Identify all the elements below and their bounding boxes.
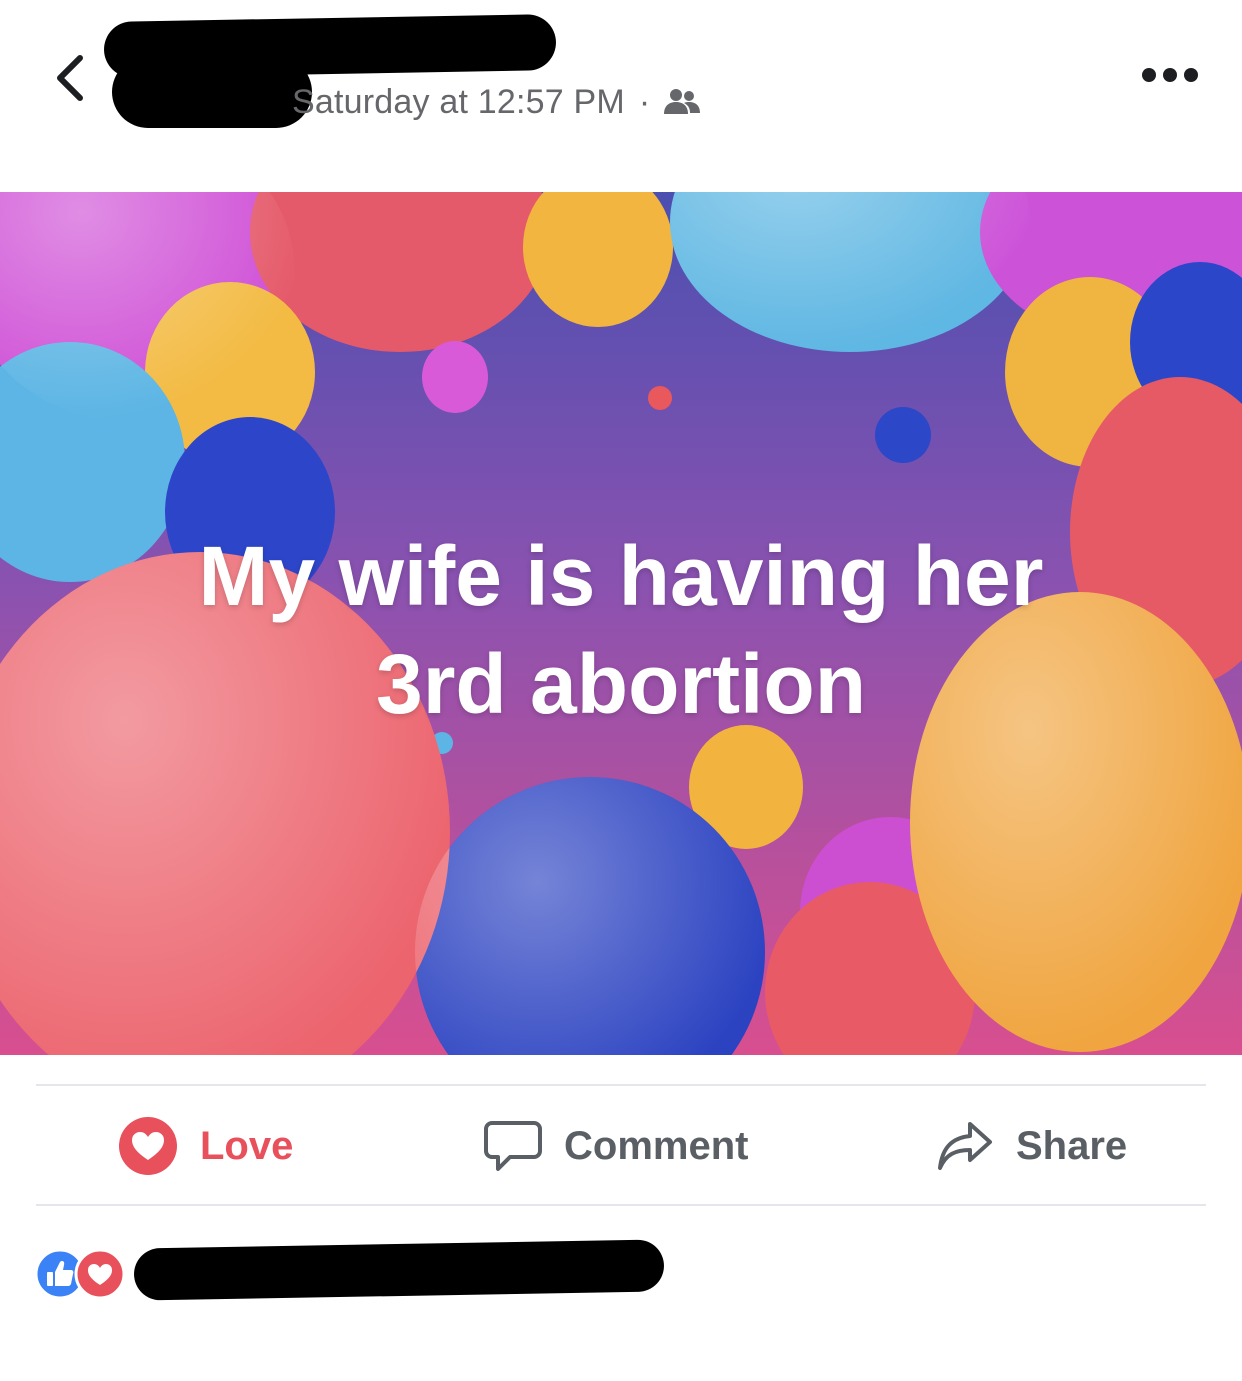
post-photo[interactable]: My wife is having her 3rd abortion bbox=[0, 192, 1242, 1055]
comment-icon bbox=[484, 1121, 542, 1171]
share-button[interactable]: Share bbox=[936, 1090, 1127, 1202]
love-icon bbox=[119, 1117, 177, 1175]
reactions-summary[interactable] bbox=[34, 1239, 714, 1301]
post-photo-caption: My wife is having her 3rd abortion bbox=[0, 522, 1242, 738]
separator-dot: · bbox=[638, 82, 651, 121]
love-label: Love bbox=[200, 1123, 294, 1168]
post-header: Saturday at 12:57 PM · bbox=[0, 0, 1242, 190]
redacted-reactors bbox=[133, 1239, 665, 1301]
redacted-author-avatar bbox=[112, 56, 312, 128]
divider-top bbox=[36, 1084, 1206, 1086]
chevron-left-icon[interactable] bbox=[48, 50, 94, 106]
friends-icon[interactable] bbox=[662, 86, 702, 118]
love-button[interactable]: Love bbox=[118, 1090, 293, 1202]
post-timestamp[interactable]: Saturday at 12:57 PM bbox=[292, 83, 625, 122]
share-label: Share bbox=[1016, 1123, 1128, 1168]
share-icon bbox=[938, 1122, 992, 1170]
timestamp-row: Saturday at 12:57 PM · bbox=[292, 80, 702, 124]
caption-line-2: 3rd abortion bbox=[375, 637, 866, 731]
more-horizontal-icon[interactable] bbox=[1140, 62, 1200, 88]
comment-button[interactable]: Comment bbox=[484, 1090, 748, 1202]
divider-bottom bbox=[36, 1204, 1206, 1206]
comment-label: Comment bbox=[564, 1123, 749, 1168]
love-icon bbox=[74, 1248, 126, 1300]
caption-line-1: My wife is having her bbox=[198, 529, 1044, 623]
action-bar: Love Comment Share bbox=[0, 1090, 1242, 1202]
